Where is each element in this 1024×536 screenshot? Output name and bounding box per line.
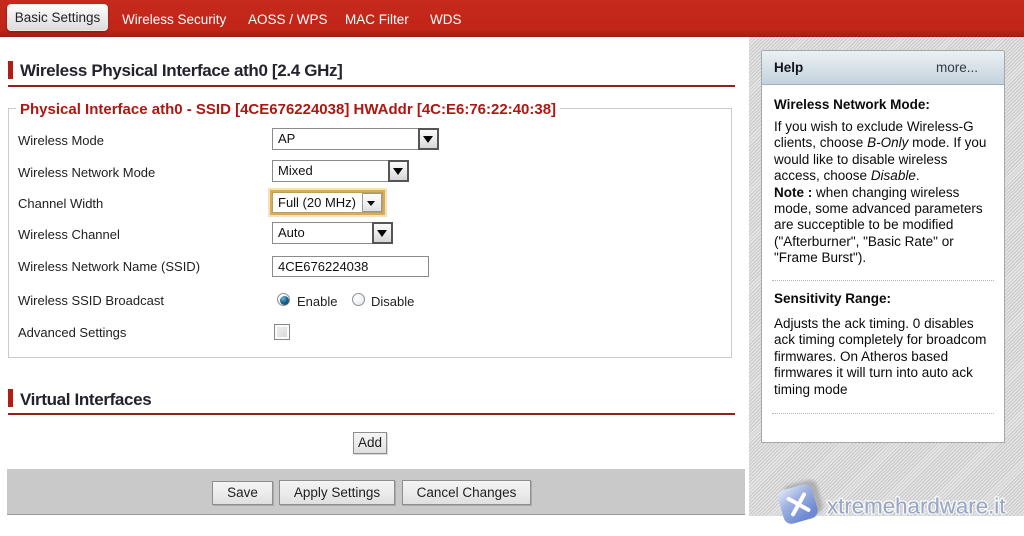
svg-text:xtremehardware.it: xtremehardware.it (827, 494, 1006, 519)
